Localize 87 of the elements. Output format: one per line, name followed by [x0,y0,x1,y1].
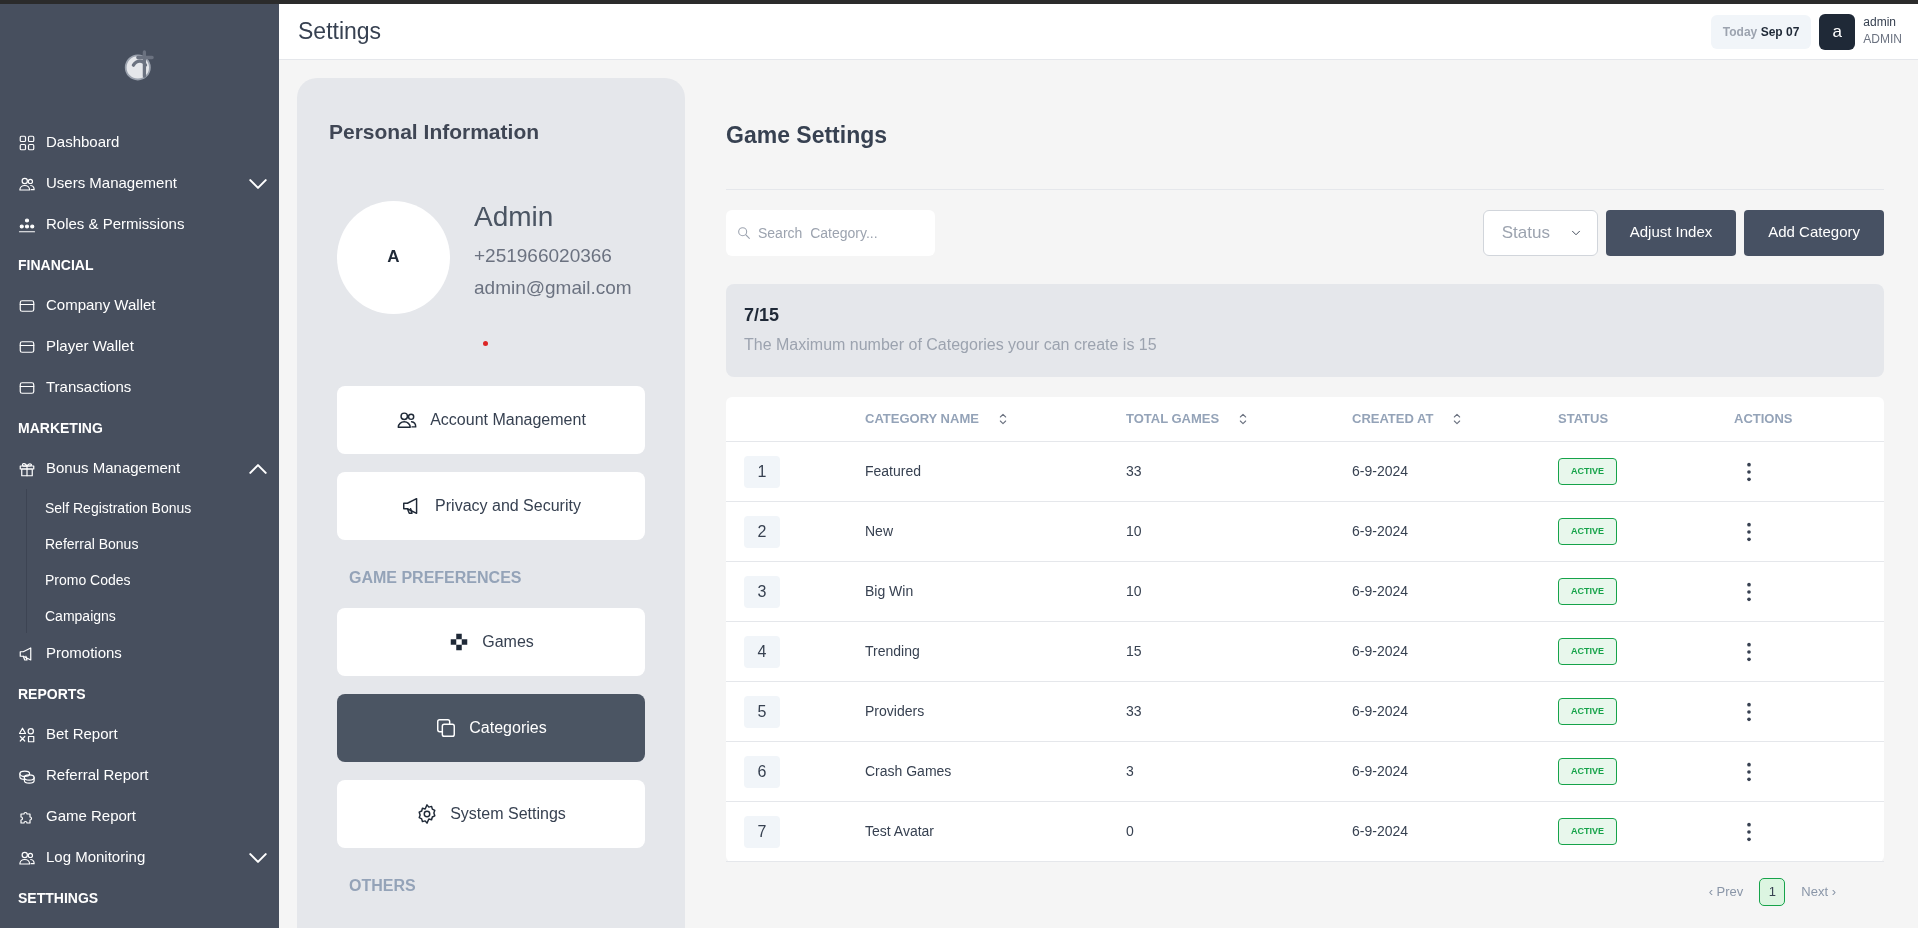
profile-phone: +251966020366 [474,243,613,268]
table-cell: 33 [1126,703,1142,719]
table-cell: 3 [1126,763,1134,779]
table-cell: 10 [1126,523,1142,539]
settings-menu-button[interactable]: Categories [337,693,645,762]
status-badge: ACTIVE [1558,577,1617,606]
nav-item[interactable]: Transactions [0,367,279,408]
settings-menu-button[interactable]: Privacy and Security [337,471,645,540]
info-text: The Maximum number of Categories your can create is 15 [744,334,1158,355]
grid-icon [18,133,36,152]
nav-item[interactable]: Log Monitoring [0,837,279,878]
table-cell: 6-9-2024 [1352,763,1409,779]
row-index: 6 [744,755,780,788]
row-index: 1 [744,455,780,488]
user-avatar[interactable]: a [1819,13,1856,50]
date-badge: Today Sep 07 [1710,14,1812,49]
nav-item[interactable]: Company Wallet [0,285,279,326]
nav-item[interactable]: Roles & Permissions [0,204,279,245]
page-link[interactable]: 1 [1759,878,1786,906]
profile-name: Admin [474,199,555,234]
nav-item[interactable]: Promotions [0,633,279,674]
table-cell: Featured [865,463,922,479]
nav-section-label: FINANCIAL [17,255,95,275]
table-cell: Crash Games [865,763,952,779]
settings-menu-button[interactable]: Account Management [337,385,645,454]
people-group-icon [18,215,36,234]
row-index: 4 [744,635,780,668]
nav-section-label: REPORTS [17,684,87,704]
category-count: 7/15 [744,303,781,327]
status-badge: ACTIVE [1558,457,1617,486]
nav-item[interactable]: Dashboard [0,122,279,163]
nav-item[interactable]: Users Management [0,163,279,204]
row-index: 3 [744,575,780,608]
row-index: 7 [744,815,780,848]
nav-item[interactable]: Bet Report [0,714,279,755]
table-cell: 33 [1126,463,1142,479]
table-cell: Providers [865,703,925,719]
column-header: STATUS [1558,410,1609,428]
table-cell: New [865,523,893,539]
section-title: Game Settings [726,121,889,150]
table-cell: 6-9-2024 [1352,643,1409,659]
user-name: admin [1863,15,1897,30]
nav-item[interactable]: Game Report [0,796,279,837]
shapes-icon [18,725,36,744]
table-cell: Test Avatar [865,823,934,839]
table-cell: 6-9-2024 [1352,523,1409,539]
table-cell: 6-9-2024 [1352,823,1409,839]
status-badge: ACTIVE [1558,517,1617,546]
nav-subitem[interactable]: Campaigns [27,597,122,633]
column-header: ACTIONS [1734,410,1793,428]
settings-menu-button[interactable]: System Settings [337,779,645,848]
nav-subitem[interactable]: Referral Bonus [27,525,145,561]
action-button[interactable]: Add Category [1744,209,1884,256]
nav-item[interactable]: Player Wallet [0,326,279,367]
table-cell: Big Win [865,583,914,599]
user-role: ADMIN [1863,31,1902,48]
status-badge: ACTIVE [1558,757,1617,786]
section-label: OTHERS [348,875,417,896]
search-icon [736,224,752,241]
page-title: Settings [298,17,383,47]
status-badge: ACTIVE [1558,637,1617,666]
settings-menu-button[interactable]: Games [337,607,645,676]
action-button[interactable]: Adjust Index [1605,209,1737,256]
profile-avatar: A [337,200,450,314]
row-index: 5 [744,695,780,728]
search-field[interactable]: Search Category... [726,209,935,256]
nav-section-label: MARKETING [17,418,104,438]
status-badge: ACTIVE [1558,817,1617,846]
table-cell: 10 [1126,583,1142,599]
nav-item[interactable]: Referral Report [0,755,279,796]
indicator-dot [483,340,488,346]
table-cell: 6-9-2024 [1352,703,1409,719]
profile-email: admin@gmail.com [474,276,632,300]
table-cell: 15 [1126,643,1142,659]
table-cell: 0 [1126,823,1134,839]
section-label: GAME PREFERENCES [348,567,523,588]
copy-icon [435,716,458,739]
nav-section-label: SETTHINGS [17,888,100,908]
table-cell: 6-9-2024 [1352,463,1409,479]
row-index: 2 [744,515,780,548]
nav-item[interactable]: Bonus Management [0,448,279,489]
nav-subitem[interactable]: Promo Codes [27,561,137,597]
nav-subitem[interactable]: Self Registration Bonus [27,489,198,525]
status-badge: ACTIVE [1558,697,1617,726]
table-cell: Trending [865,643,920,659]
panel-title: Personal Information [329,119,541,145]
table-cell: 6-9-2024 [1352,583,1409,599]
